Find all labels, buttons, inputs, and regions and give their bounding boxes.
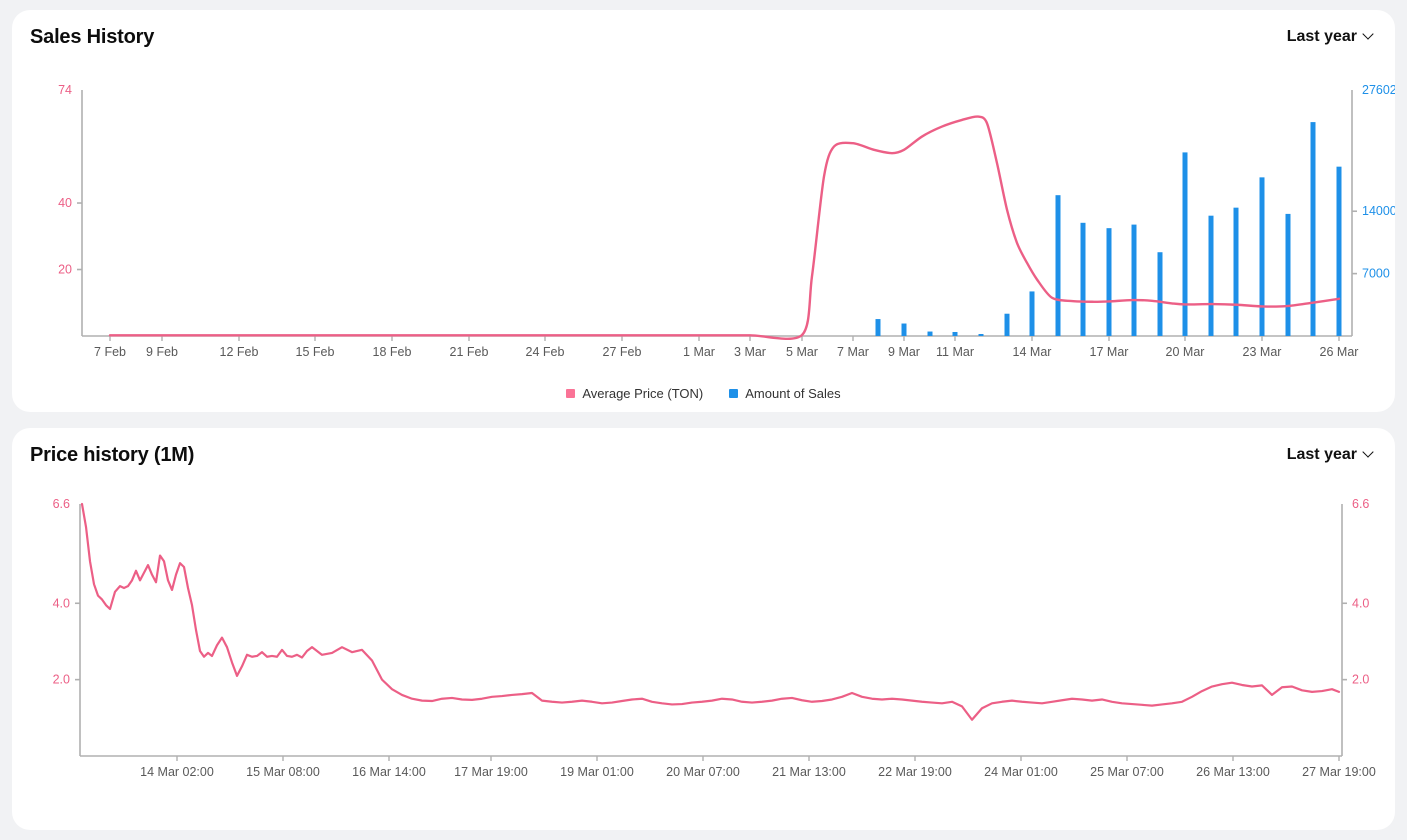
sales-chart-svg: 20 40 74 7000 14000 27602 7 Feb 9 Feb 12 Feb 15 F… [58,83,1395,359]
x-axis-tick-label: 15 Feb [296,345,335,359]
page-root: Sales History Last year 20 40 74 7000 14000 2… [0,0,1407,840]
x-axis-tick-label: 17 Mar 19:00 [454,765,528,779]
legend-item[interactable]: Average Price (TON) [566,386,703,401]
page-title-price: Price history (1M) [30,444,195,466]
legend-label: Average Price (TON) [582,386,704,401]
x-axis-tick-label: 23 Mar [1243,345,1282,359]
x-axis-tick-label: 20 Mar 07:00 [666,765,740,779]
y-axis-left-tick: 74 [58,83,72,97]
x-axis-tick-label: 9 Mar [888,345,920,359]
price-history-card: Price history (1M) Last year 2.0 4.0 6.6 2.… [12,428,1395,830]
x-axis-tick-label: 24 Feb [526,345,565,359]
x-axis-tick-label: 27 Feb [603,345,642,359]
x-axis-tick-label: 7 Mar [837,345,869,359]
y-axis-left-tick: 2.0 [53,673,70,687]
sales-plot-area: 20 40 74 7000 14000 27602 7 Feb 9 Feb 12 Feb 15 F… [12,68,1395,412]
legend-swatch-icon [566,389,576,398]
y-axis-left-tick: 4.0 [53,596,70,610]
sales-card-header: Sales History Last year [12,10,1395,68]
x-axis-tick-label: 21 Feb [450,345,489,359]
x-axis-tick-label: 7 Feb [94,345,126,359]
sales-legend: Average Price (TON) Amount of Sales [12,386,1395,401]
x-axis-tick-label: 18 Feb [373,345,412,359]
x-axis-tick-label: 21 Mar 13:00 [772,765,846,779]
x-axis-tick-label: 3 Mar [734,345,766,359]
x-axis-tick-label: 19 Mar 01:00 [560,765,634,779]
x-axis-tick-label: 1 Mar [683,345,715,359]
y-axis-right-tick: 7000 [1362,267,1390,281]
price-plot-area: 2.0 4.0 6.6 2.0 4.0 6.6 14 Mar 02:00 15 Mar 08:… [12,486,1395,830]
x-axis-tick-label: 11 Mar [936,345,974,359]
x-axis-tick-label: 20 Mar [1166,345,1205,359]
legend-label: Amount of Sales [745,386,841,401]
x-axis-tick-label: 15 Mar 08:00 [246,765,320,779]
y-axis-right-tick: 4.0 [1352,596,1369,610]
sales-range-dropdown[interactable]: Last year [1287,28,1375,46]
x-axis-tick-label: 14 Mar [1013,345,1052,359]
legend-swatch-icon [729,389,739,398]
y-axis-right-tick: 27602 [1362,83,1395,97]
legend-item[interactable]: Amount of Sales [729,386,841,401]
x-axis-tick-label: 5 Mar [786,345,818,359]
x-axis-tick-label: 9 Feb [146,345,178,359]
x-axis-tick-label: 24 Mar 01:00 [984,765,1058,779]
x-axis-tick-label: 26 Mar [1320,345,1359,359]
x-axis-tick-label: 27 Mar 19:00 [1302,765,1376,779]
x-axis-tick-label: 17 Mar [1090,345,1129,359]
line-series-avg-price-1m [80,502,1341,721]
x-axis-tick-label: 22 Mar 19:00 [878,765,952,779]
page-title-sales: Sales History [30,26,155,48]
y-axis-left-tick: 6.6 [53,497,70,511]
line-series-average-price [108,115,1341,340]
price-range-dropdown[interactable]: Last year [1287,446,1375,464]
x-axis-tick-label: 14 Mar 02:00 [140,765,214,779]
chevron-down-icon [1364,30,1375,41]
price-card-header: Price history (1M) Last year [12,428,1395,486]
price-chart-svg: 2.0 4.0 6.6 2.0 4.0 6.6 14 Mar 02:00 15 Mar 08:… [53,497,1376,779]
sales-history-card: Sales History Last year 20 40 74 7000 14000 2… [12,10,1395,412]
bar-series-amount-of-sales [875,122,1342,337]
x-axis-tick-label: 12 Feb [220,345,259,359]
y-axis-right-tick: 14000 [1362,204,1395,218]
y-axis-right-tick: 2.0 [1352,673,1369,687]
y-axis-left-tick: 20 [58,263,72,277]
x-axis-tick-label: 16 Mar 14:00 [352,765,426,779]
x-axis-tick-label: 26 Mar 13:00 [1196,765,1270,779]
x-axis-tick-label: 25 Mar 07:00 [1090,765,1164,779]
price-range-label: Last year [1286,446,1357,463]
chevron-down-icon [1364,448,1375,459]
sales-range-label: Last year [1286,28,1357,45]
y-axis-left-tick: 40 [58,196,72,210]
y-axis-right-tick: 6.6 [1352,497,1369,511]
